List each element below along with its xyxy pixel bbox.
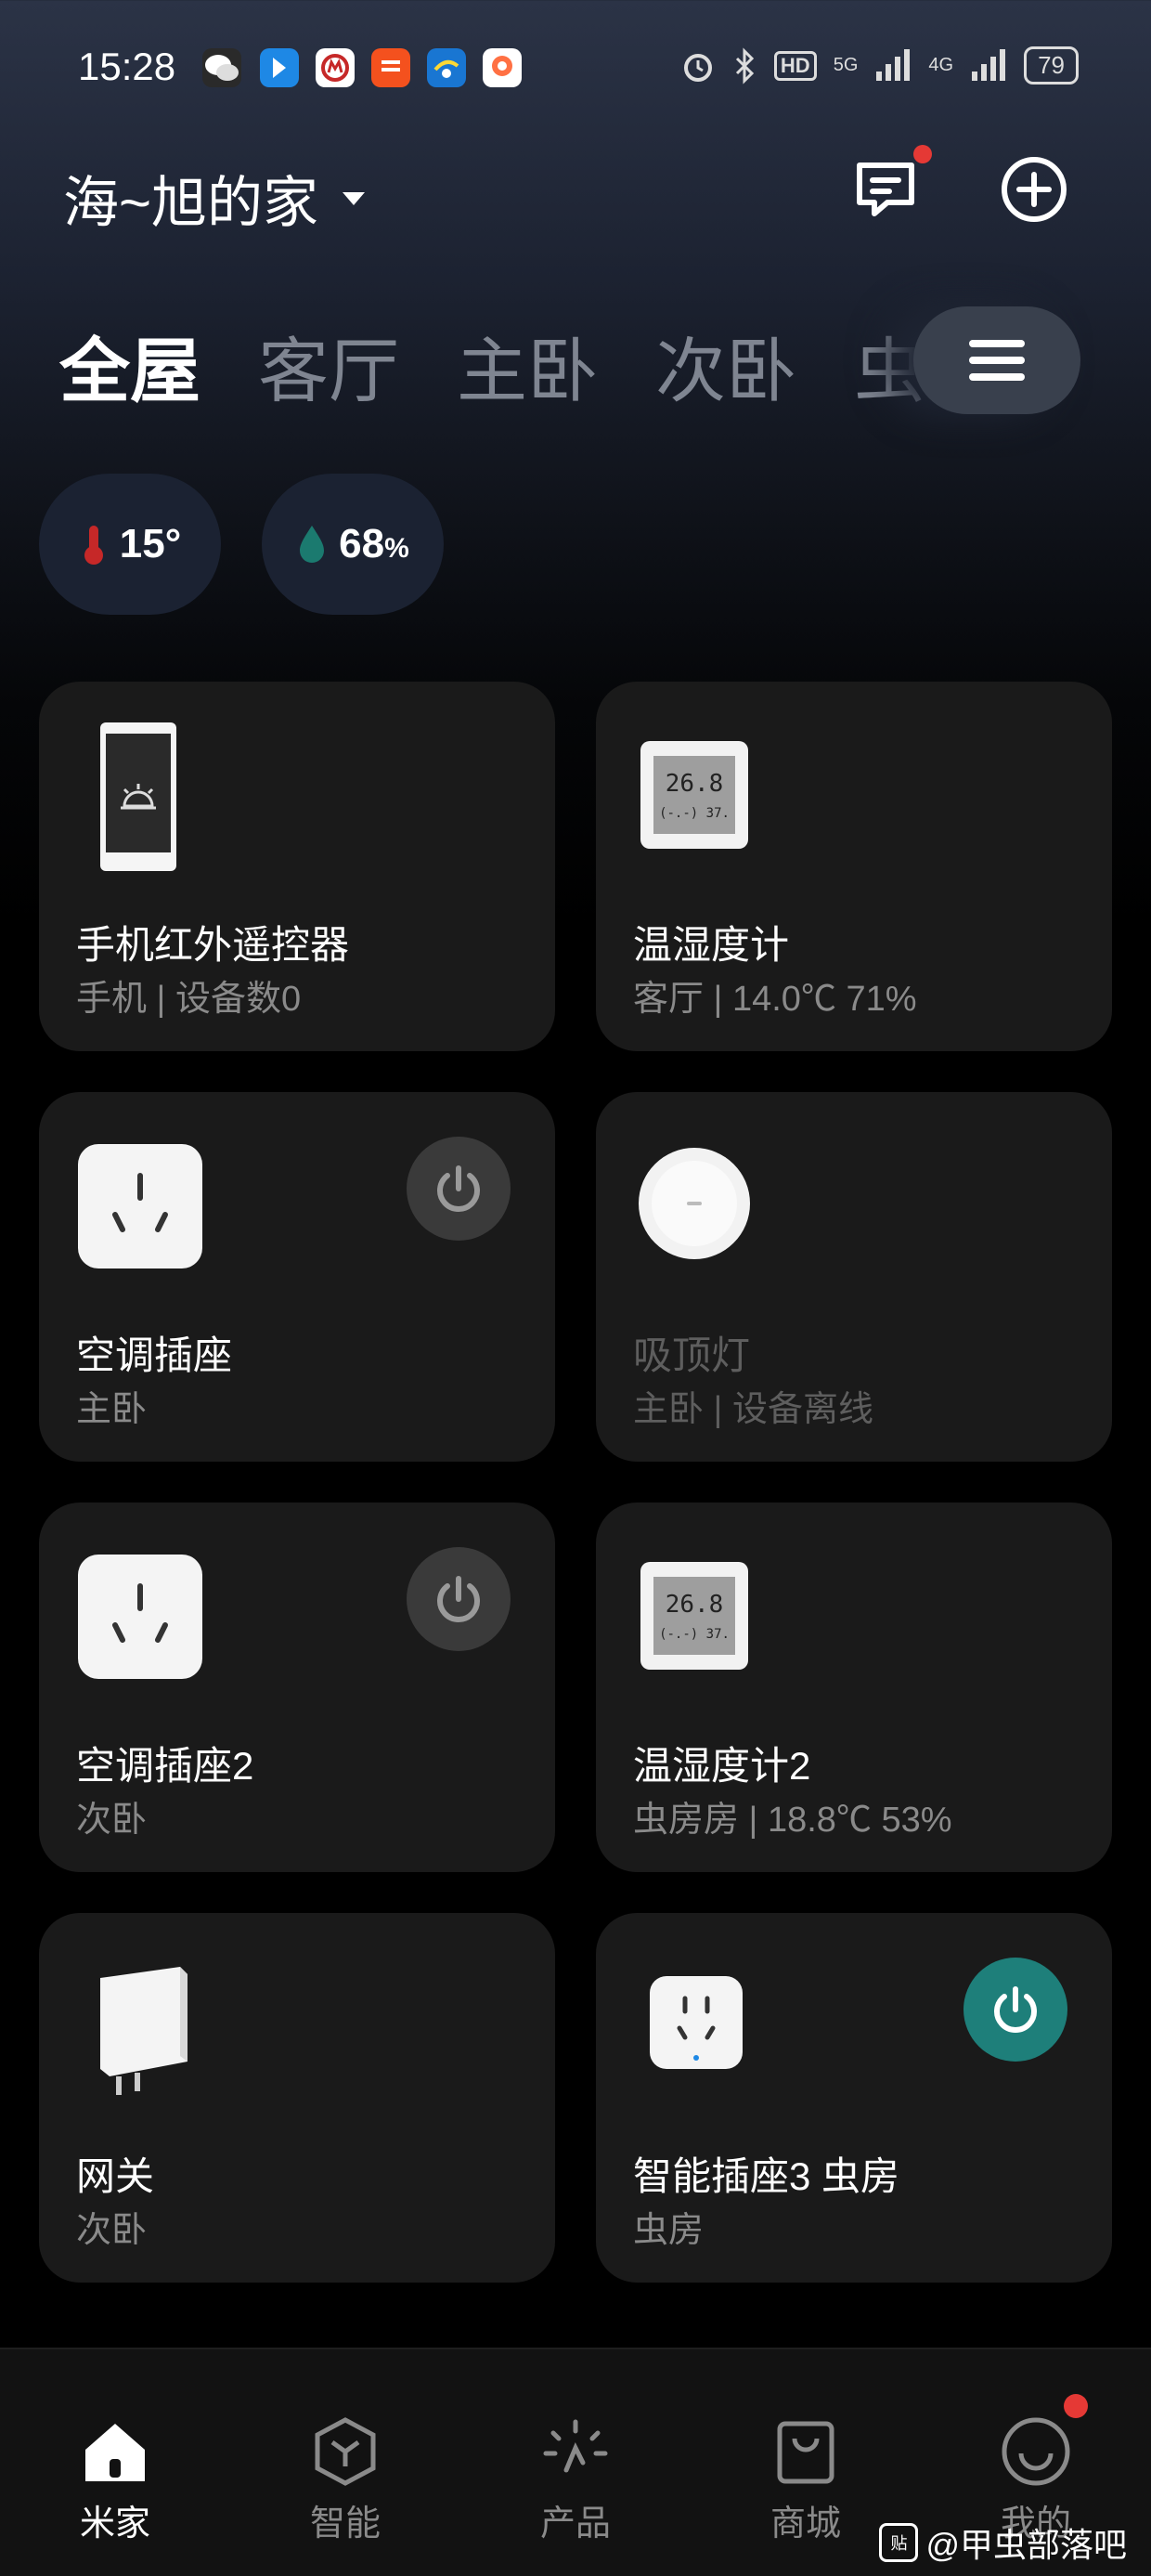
signal-icon-2 — [972, 48, 1006, 81]
device-name: 网关 — [76, 2154, 155, 2198]
nav-label: 米家 — [79, 2504, 150, 2543]
power-icon — [994, 1986, 1037, 2033]
device-card-smart-plug-3[interactable]: 智能插座3 虫房 虫房 — [596, 1913, 1112, 2283]
wechat-icon — [202, 48, 241, 87]
nav-shop[interactable]: 商城 — [741, 2414, 871, 2545]
network-4g-label: 4G — [928, 55, 954, 75]
tab-second-bedroom[interactable]: 次卧 — [655, 314, 796, 416]
device-card-thermo-hygrometer[interactable]: 26.8 (-.-) 37. 温湿度计 客厅 | 14.0℃ 71% — [596, 682, 1112, 1051]
nav-home[interactable]: 米家 — [50, 2414, 180, 2545]
home-name: 海~旭的家 — [63, 172, 319, 234]
battery-indicator: 79 — [1024, 46, 1079, 85]
power-toggle-button[interactable] — [963, 1958, 1067, 2062]
device-name: 吸顶灯 — [633, 1334, 751, 1377]
nav-products[interactable]: 产品 — [511, 2414, 640, 2545]
device-name: 空调插座 — [76, 1334, 233, 1377]
tab-master-bedroom[interactable]: 主卧 — [457, 314, 598, 416]
power-toggle-button[interactable] — [407, 1547, 511, 1651]
temperature-value: 15° — [119, 521, 182, 566]
status-time: 15:28 — [78, 45, 176, 88]
water-drop-icon — [300, 526, 325, 563]
ac-socket-icon — [78, 1144, 202, 1268]
system-status-icons: HD 5G 4G 79 — [679, 46, 1079, 85]
messages-button[interactable] — [848, 145, 932, 227]
power-icon — [437, 1165, 480, 1212]
device-card-ir-remote[interactable]: 手机红外遥控器 手机 | 设备数0 — [39, 682, 555, 1051]
app-icon-telecom — [427, 48, 466, 87]
device-subtitle: 客厅 | 14.0℃ 71% — [633, 980, 917, 1019]
power-toggle-button[interactable] — [407, 1137, 511, 1241]
app-icon-securities — [371, 48, 410, 87]
device-subtitle: 主卧 | 设备离线 — [633, 1390, 873, 1429]
nav-label: 商城 — [769, 2504, 841, 2543]
plus-circle-icon — [1002, 157, 1067, 222]
room-menu-button[interactable] — [913, 306, 1080, 414]
nav-smart[interactable]: 智能 — [280, 2414, 410, 2545]
tab-all[interactable]: 全屋 — [59, 314, 200, 416]
device-card-ceiling-light[interactable]: 吸顶灯 主卧 | 设备离线 — [596, 1092, 1112, 1462]
temperature-pill[interactable]: 15° — [39, 474, 221, 615]
device-subtitle: 手机 | 设备数0 — [76, 980, 302, 1019]
app-icon-blue — [260, 48, 299, 87]
device-card-thermo-hygrometer-2[interactable]: 26.8 (-.-) 37. 温湿度计2 虫房房 | 18.8℃ 53% — [596, 1503, 1112, 1872]
app-icon-orange — [483, 48, 522, 87]
device-subtitle: 主卧 — [76, 1390, 148, 1429]
app-icon-bank — [316, 48, 355, 87]
watermark-text: @甲虫部落吧 — [925, 2526, 1127, 2564]
watermark-badge: 贴 — [879, 2523, 919, 2562]
thermo-reading-1: 26.8 — [666, 770, 724, 798]
device-card-ac-socket[interactable]: 空调插座 主卧 — [39, 1092, 555, 1462]
thermometer-icon — [84, 526, 103, 565]
device-subtitle: 次卧 — [76, 2211, 148, 2250]
thermo-reading-2: (-.-) 37. — [659, 806, 730, 821]
alarm-icon — [683, 53, 712, 82]
chevron-down-icon — [343, 191, 366, 205]
nav-label: 产品 — [539, 2504, 611, 2543]
thermo-hygrometer-icon: 26.8 (-.-) 37. — [640, 1562, 748, 1670]
ac-socket-icon — [78, 1555, 202, 1679]
home-selector[interactable]: 海~旭的家 — [63, 158, 366, 239]
notification-dot — [1064, 2394, 1088, 2418]
room-tabs: 全屋 客厅 主卧 次卧 虫 — [59, 314, 925, 416]
profile-icon — [1002, 2417, 1070, 2486]
device-card-gateway[interactable]: 网关 次卧 — [39, 1913, 555, 2283]
watermark: 贴 @甲虫部落吧 — [879, 2518, 1127, 2567]
device-subtitle: 虫房 — [633, 2211, 705, 2250]
gateway-icon — [100, 1967, 188, 2095]
thermo-reading-1: 26.8 — [666, 1591, 724, 1619]
device-name: 手机红外遥控器 — [76, 923, 350, 967]
message-icon — [857, 163, 914, 216]
smart-plug-icon — [650, 1976, 743, 2069]
home-icon — [85, 2424, 145, 2481]
hd-label: HD — [773, 50, 817, 81]
humidity-unit: % — [384, 533, 409, 564]
thermo-hygrometer-icon: 26.8 (-.-) 37. — [640, 741, 748, 849]
device-name: 温湿度计 — [633, 923, 790, 967]
bluetooth-icon — [735, 46, 755, 85]
product-icon — [543, 2419, 608, 2473]
device-name: 空调插座2 — [76, 1744, 254, 1788]
network-5g-label: 5G — [833, 55, 859, 75]
nav-label: 智能 — [309, 2504, 381, 2543]
device-name: 温湿度计2 — [633, 1744, 811, 1788]
device-card-ac-socket-2[interactable]: 空调插座2 次卧 — [39, 1503, 555, 1872]
hamburger-icon — [969, 331, 1025, 390]
shop-icon — [777, 2421, 834, 2484]
notification-dot — [913, 145, 932, 163]
smart-icon — [315, 2417, 376, 2486]
thermo-reading-2: (-.-) 37. — [659, 1627, 730, 1642]
signal-icon — [876, 48, 911, 81]
add-device-button[interactable] — [997, 152, 1071, 227]
humidity-value: 68 — [339, 521, 385, 566]
ceiling-light-icon — [639, 1148, 750, 1259]
humidity-pill[interactable]: 68% — [262, 474, 444, 615]
device-subtitle: 次卧 — [76, 1801, 148, 1840]
power-icon — [437, 1576, 480, 1622]
device-subtitle: 虫房房 | 18.8℃ 53% — [633, 1801, 952, 1840]
device-name: 智能插座3 虫房 — [633, 2154, 900, 2198]
tab-living-room[interactable]: 客厅 — [258, 314, 399, 416]
phone-ir-icon — [100, 722, 176, 871]
